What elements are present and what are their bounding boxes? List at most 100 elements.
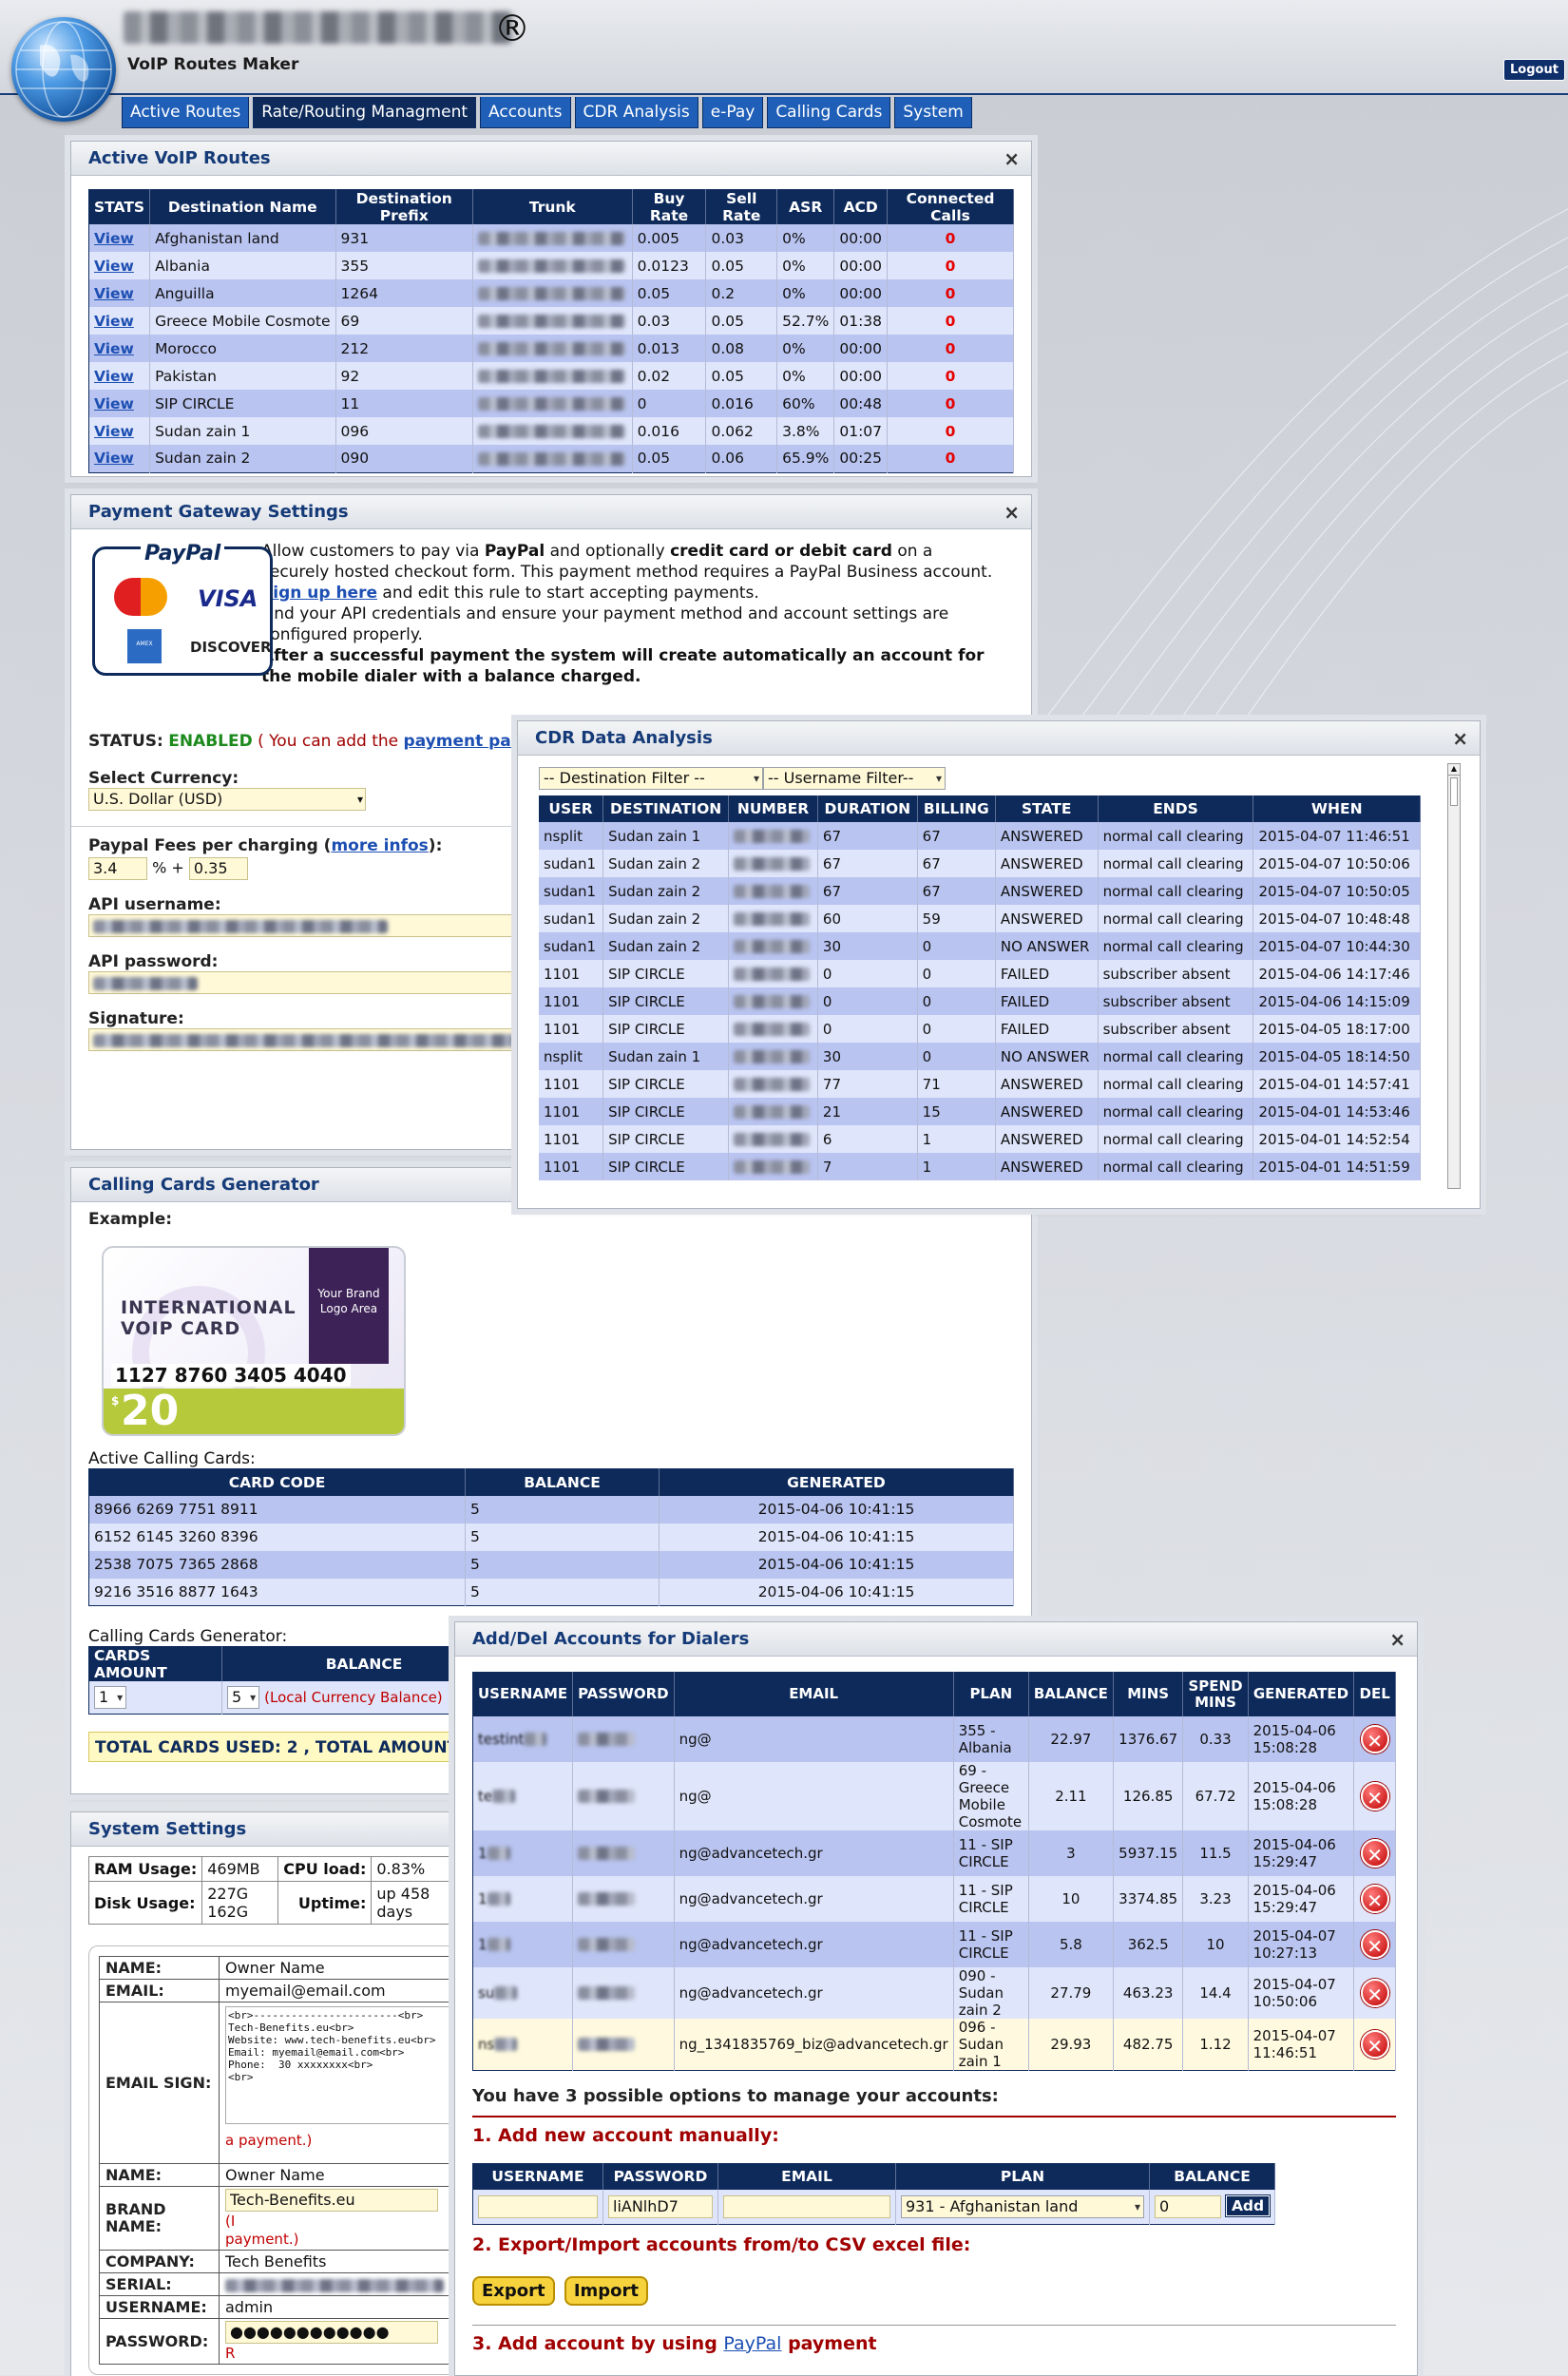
new-email-input[interactable] [723,2194,890,2218]
table-cell: normal call clearing [1098,1153,1254,1180]
table-cell: 2015-04-01 14:53:46 [1252,1098,1421,1125]
column-header: ASR [776,189,835,224]
table-cell: 0 [917,987,996,1015]
table-cell: Afghanistan land [149,224,336,252]
new-password-input[interactable]: liANlhD7 [608,2194,713,2218]
delete-icon[interactable]: ✕ [1360,1724,1389,1753]
table-row: View SIP CIRCLE 11 0 0.016 60% 00:48 0 [88,390,1014,417]
more-infos-link[interactable]: more infos [331,836,428,855]
table-cell: ANSWERED [995,1070,1099,1098]
table-cell: 2015-04-05 18:17:00 [1252,1015,1421,1043]
table-cell: 00:00 [833,362,889,390]
brand-logo-area: Your Brand Logo Area [309,1248,389,1364]
number-redacted [728,1098,818,1125]
view-stats-link[interactable]: View [88,307,151,335]
table-row: sudan1 Sudan zain 2 67 67 ANSWERED normal cal… [539,850,1421,877]
table-cell: normal call clearing [1098,905,1254,932]
nav-tab-active-routes[interactable]: Active Routes [122,97,250,128]
table-cell: 0 [917,1043,996,1070]
add-button[interactable]: Add [1225,2195,1271,2217]
table-cell: subscriber absent [1098,987,1254,1015]
view-stats-link[interactable]: View [88,445,151,472]
table-cell: 126.85 [1113,1761,1184,1830]
table-cell: 0.02 [632,362,707,390]
delete-icon[interactable]: ✕ [1360,1781,1389,1811]
table-cell: 11 - SIP CIRCLE [953,1875,1029,1922]
table-cell: 2015-04-06 14:15:09 [1252,987,1421,1015]
table-cell: SIP CIRCLE [602,1070,730,1098]
close-icon[interactable]: × [1389,1622,1405,1657]
globe-logo-icon [11,17,116,122]
password-input[interactable]: ●●●●●●●●●●●● [225,2321,438,2344]
currency-select[interactable]: U.S. Dollar (USD) ▾ [88,788,366,811]
column-header: STATE [995,795,1099,822]
new-plan-select[interactable]: 931 - Afghanistan land [901,2194,1144,2218]
logout-button[interactable]: Logout [1503,59,1565,81]
table-cell: SIP CIRCLE [602,1153,730,1180]
export-button[interactable]: Export [472,2275,555,2306]
routes-table: STATS Destination Name Destination Prefix T… [88,189,1014,473]
nav-tab-calling-cards[interactable]: Calling Cards [767,97,891,128]
table-cell: 1 [917,1125,996,1153]
table-cell: ANSWERED [995,1098,1099,1125]
number-redacted [728,822,818,850]
paypal-link[interactable]: PayPal [723,2333,781,2354]
table-cell: ANSWERED [995,1153,1099,1180]
table-cell: 1376.67 [1113,1715,1184,1762]
table-cell: 6152 6145 3260 8396 [88,1523,466,1551]
table-cell: Sudan zain 2 [149,445,336,472]
view-stats-link[interactable]: View [88,390,151,417]
new-balance-input[interactable]: 0 [1155,2194,1221,2218]
table-cell: 71 [917,1070,996,1098]
delete-icon[interactable]: ✕ [1360,1838,1389,1868]
view-stats-link[interactable]: View [88,279,151,307]
view-stats-link[interactable]: View [88,362,151,390]
mastercard-icon [114,578,167,616]
table-cell: 2.11 [1028,1761,1114,1830]
view-stats-link[interactable]: View [88,252,151,279]
cards-amount-select[interactable]: 1 [94,1685,127,1709]
nav-tab-epay[interactable]: e-Pay [701,97,764,128]
import-button[interactable]: Import [564,2275,648,2306]
fee-percent-input[interactable]: 3.4 [88,857,147,880]
view-stats-link[interactable]: View [88,335,151,362]
signup-link[interactable]: Sign up here [261,584,377,603]
signature-input[interactable] [88,1028,526,1051]
cdr-scrollbar[interactable]: ▲ [1447,763,1461,1189]
api-username-input[interactable] [88,914,526,937]
trunk-redacted [472,252,633,279]
nav-tab-accounts[interactable]: Accounts [480,97,571,128]
close-icon[interactable]: × [1004,142,1020,176]
username-filter-select[interactable]: -- Username Filter-- [763,767,946,790]
delete-icon[interactable]: ✕ [1360,1978,1389,2007]
delete-icon[interactable]: ✕ [1360,2029,1389,2059]
api-password-input[interactable] [88,971,526,994]
table-cell: 10 [1028,1875,1114,1922]
destination-filter-select[interactable]: -- Destination Filter -- [539,767,763,790]
new-username-input[interactable] [478,2194,598,2218]
fee-fixed-input[interactable]: 0.35 [188,857,248,880]
delete-icon[interactable]: ✕ [1360,1884,1389,1913]
delete-icon[interactable]: ✕ [1360,1929,1389,1959]
view-stats-link[interactable]: View [88,417,151,445]
close-icon[interactable]: × [1452,721,1468,756]
table-cell: Sudan zain 2 [602,932,730,960]
nav-tab-system[interactable]: System [894,97,972,128]
table-row: 8966 6269 7751 8911 5 2015-04-06 10:41:15 [88,1495,1014,1523]
view-stats-link[interactable]: View [88,224,151,252]
brand-name-input[interactable]: Tech-Benefits.eu [225,2189,438,2212]
payment-description: Allow customers to pay via PayPal and op… [261,542,993,644]
nav-tab-rate-routing[interactable]: Rate/Routing Managment [253,97,477,128]
table-cell: nsplit [539,822,604,850]
balance-select[interactable]: 5 [227,1685,260,1709]
table-cell: 10 [1182,1921,1249,1967]
table-cell: 096 [335,417,473,445]
table-cell: 0% [776,362,835,390]
number-redacted [728,1153,818,1180]
email-sign-textarea[interactable]: <br>-----------------------<br> Tech-Bene… [225,2006,451,2124]
table-cell: 1101 [539,960,604,987]
close-icon[interactable]: × [1004,495,1020,529]
table-row: te ng@ 69 - Greece Mobile Cosmote 2.11 126.8… [472,1761,1396,1830]
trunk-redacted [472,224,633,252]
nav-tab-cdr-analysis[interactable]: CDR Analysis [574,97,698,128]
